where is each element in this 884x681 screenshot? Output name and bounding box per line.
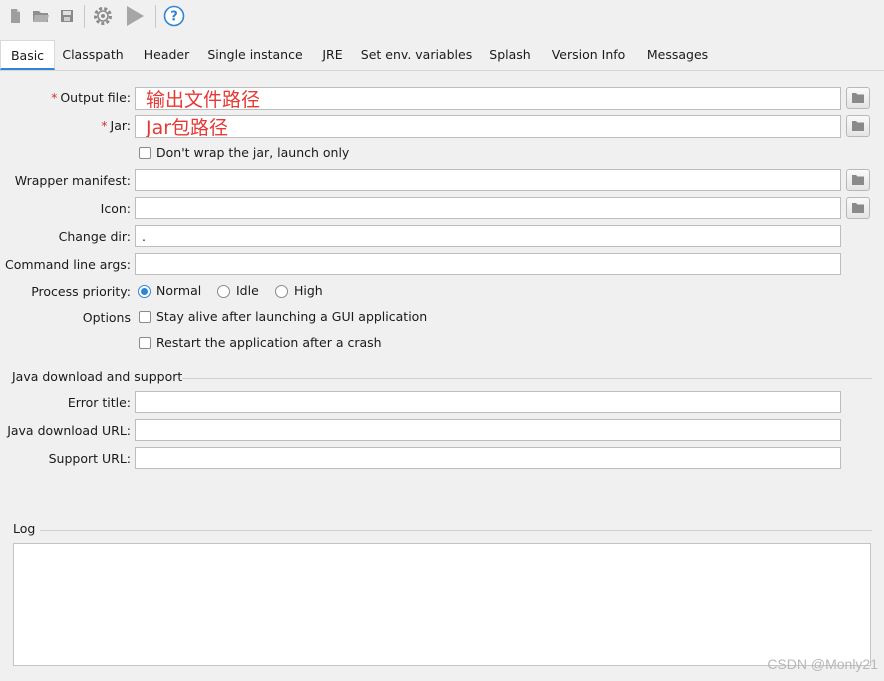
priority-idle-label: Idle: [236, 283, 259, 298]
java-download-url-field[interactable]: [135, 419, 841, 441]
process-priority-label: Process priority:: [31, 284, 131, 299]
toolbar-separator: [84, 5, 85, 28]
priority-normal-radio[interactable]: [138, 285, 151, 298]
tab-header[interactable]: Header: [137, 40, 196, 70]
cmd-args-label: Command line args:: [5, 257, 131, 272]
folder-icon: [852, 175, 864, 185]
log-title: Log: [13, 521, 36, 536]
new-icon[interactable]: [4, 5, 26, 27]
wrapper-manifest-field[interactable]: [135, 169, 841, 191]
jar-field[interactable]: [135, 115, 841, 138]
output-file-label-text: Output file:: [60, 90, 131, 105]
help-icon[interactable]: ?: [162, 5, 186, 27]
jar-input[interactable]: [136, 116, 840, 137]
support-url-field[interactable]: [135, 447, 841, 469]
dont-wrap-label: Don't wrap the jar, launch only: [156, 145, 350, 160]
save-icon[interactable]: [56, 5, 78, 27]
priority-normal-label: Normal: [156, 283, 202, 298]
folder-icon: [852, 93, 864, 103]
folder-icon: [852, 121, 864, 131]
tab-classpath[interactable]: Classpath: [56, 40, 130, 70]
change-dir-label: Change dir:: [58, 229, 131, 244]
java-download-url-label: Java download URL:: [7, 423, 131, 438]
tab-single-instance[interactable]: Single instance: [203, 40, 307, 70]
wrapper-manifest-browse-button[interactable]: [846, 169, 870, 191]
cmd-args-input[interactable]: [136, 254, 840, 274]
priority-high-radio[interactable]: [275, 285, 288, 298]
wrapper-manifest-label: Wrapper manifest:: [14, 173, 131, 188]
icon-browse-button[interactable]: [846, 197, 870, 219]
run-icon[interactable]: [123, 5, 147, 27]
open-icon[interactable]: [30, 5, 52, 27]
output-file-browse-button[interactable]: [846, 87, 870, 109]
tab-messages[interactable]: Messages: [639, 40, 716, 70]
jar-label-text: Jar:: [110, 118, 131, 133]
tab-bar: Basic Classpath Header Single instance J…: [0, 40, 884, 70]
error-title-field[interactable]: [135, 391, 841, 413]
icon-field[interactable]: [135, 197, 841, 219]
java-download-url-input[interactable]: [136, 420, 840, 440]
dont-wrap-checkbox[interactable]: [139, 147, 151, 159]
watermark: CSDN @Monly21: [767, 656, 878, 672]
java-section-title: Java download and support: [12, 369, 183, 384]
cmd-args-field[interactable]: [135, 253, 841, 275]
tab-version-info[interactable]: Version Info: [545, 40, 632, 70]
error-title-input[interactable]: [136, 392, 840, 412]
tab-splash[interactable]: Splash: [482, 40, 538, 70]
required-mark: *: [101, 118, 108, 133]
support-url-label: Support URL:: [48, 451, 131, 466]
stay-alive-label: Stay alive after launching a GUI applica…: [156, 309, 428, 324]
priority-idle-radio[interactable]: [217, 285, 230, 298]
required-mark: *: [51, 90, 58, 105]
icon-label: Icon:: [100, 201, 131, 216]
change-dir-field[interactable]: [135, 225, 841, 247]
tab-basic[interactable]: Basic: [0, 40, 55, 70]
tab-set-env-variables[interactable]: Set env. variables: [358, 40, 475, 70]
jar-label: * Jar:: [0, 118, 131, 133]
options-label: Options: [82, 310, 131, 325]
support-url-input[interactable]: [136, 448, 840, 468]
log-divider: [40, 530, 872, 531]
stay-alive-checkbox[interactable]: [139, 311, 151, 323]
log-textarea[interactable]: [13, 543, 871, 666]
tab-jre[interactable]: JRE: [314, 40, 351, 70]
output-file-input[interactable]: [136, 88, 840, 109]
toolbar-separator: [155, 5, 156, 28]
restart-checkbox[interactable]: [139, 337, 151, 349]
folder-icon: [852, 203, 864, 213]
settings-icon[interactable]: [91, 5, 115, 27]
icon-input[interactable]: [136, 198, 840, 218]
jar-browse-button[interactable]: [846, 115, 870, 137]
java-section-divider: [182, 378, 872, 379]
restart-label: Restart the application after a crash: [156, 335, 382, 350]
svg-text:?: ?: [170, 10, 178, 25]
change-dir-input[interactable]: [136, 226, 840, 246]
tab-divider: [0, 70, 884, 71]
priority-high-label: High: [294, 283, 323, 298]
output-file-field[interactable]: [135, 87, 841, 110]
error-title-label: Error title:: [67, 395, 131, 410]
wrapper-manifest-input[interactable]: [136, 170, 840, 190]
output-file-label: * Output file:: [0, 90, 131, 105]
